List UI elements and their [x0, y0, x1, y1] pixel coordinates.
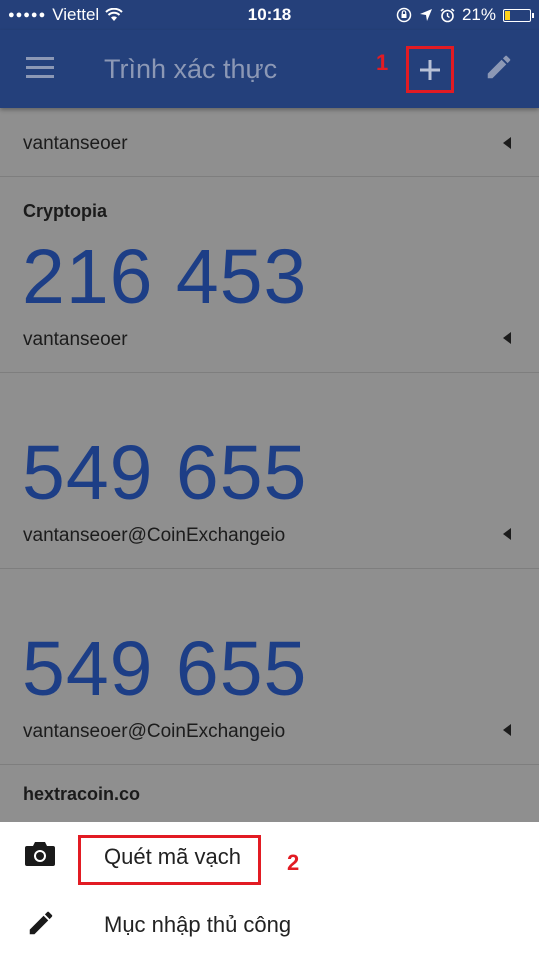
account-list: vantanseoer Cryptopia 216 453 vantanseoe… [0, 108, 539, 835]
otp-code: 549 655 [22, 626, 308, 712]
issuer-name: Cryptopia [23, 201, 108, 221]
expand-triangle-icon [503, 137, 511, 149]
manual-entry-option[interactable]: Mục nhập thủ công [0, 894, 539, 954]
account-name: vantanseoer [23, 133, 128, 154]
account-name: vantanseoer@CoinExchangeio [23, 525, 286, 546]
list-item[interactable]: 549 655 vantanseoer@CoinExchangeio [0, 373, 539, 569]
account-name: vantanseoer@CoinExchangeio [23, 721, 286, 742]
expand-triangle-icon [503, 724, 511, 736]
otp-code: 216 453 [22, 234, 308, 320]
list-item[interactable]: Cryptopia 216 453 vantanseoer [0, 177, 539, 373]
list-item[interactable]: vantanseoer [0, 108, 539, 177]
manual-entry-label: Mục nhập thủ công [104, 912, 292, 937]
expand-triangle-icon [503, 332, 511, 344]
menu-icon[interactable] [26, 57, 54, 79]
scan-highlight-box [78, 835, 261, 885]
pencil-icon [29, 911, 53, 935]
account-name: vantanseoer [23, 329, 128, 350]
orientation-lock-icon [396, 7, 412, 23]
edit-pencil-icon[interactable] [484, 52, 514, 82]
add-account-button[interactable] [406, 46, 454, 93]
status-bar: ●●●●● Viettel 10:18 21% [0, 0, 539, 30]
plus-icon [420, 60, 440, 80]
list-item[interactable]: 549 655 vantanseoer@CoinExchangeio [0, 569, 539, 765]
annotation-number-2: 2 [287, 850, 300, 875]
camera-icon [25, 842, 55, 866]
add-account-sheet: Quét mã vạch 2 Mục nhập thủ công [0, 822, 539, 960]
location-arrow-icon [419, 9, 432, 21]
page-title: Trình xác thực [104, 54, 278, 84]
app-bar: Trình xác thực 1 [0, 30, 539, 108]
alarm-icon [440, 7, 455, 22]
expand-triangle-icon [503, 528, 511, 540]
battery-percent: 21% [461, 5, 496, 24]
otp-code: 549 655 [22, 430, 308, 516]
battery-icon [503, 8, 534, 22]
annotation-number-1: 1 [376, 50, 389, 75]
issuer-name: hextracoin.co [23, 784, 141, 804]
